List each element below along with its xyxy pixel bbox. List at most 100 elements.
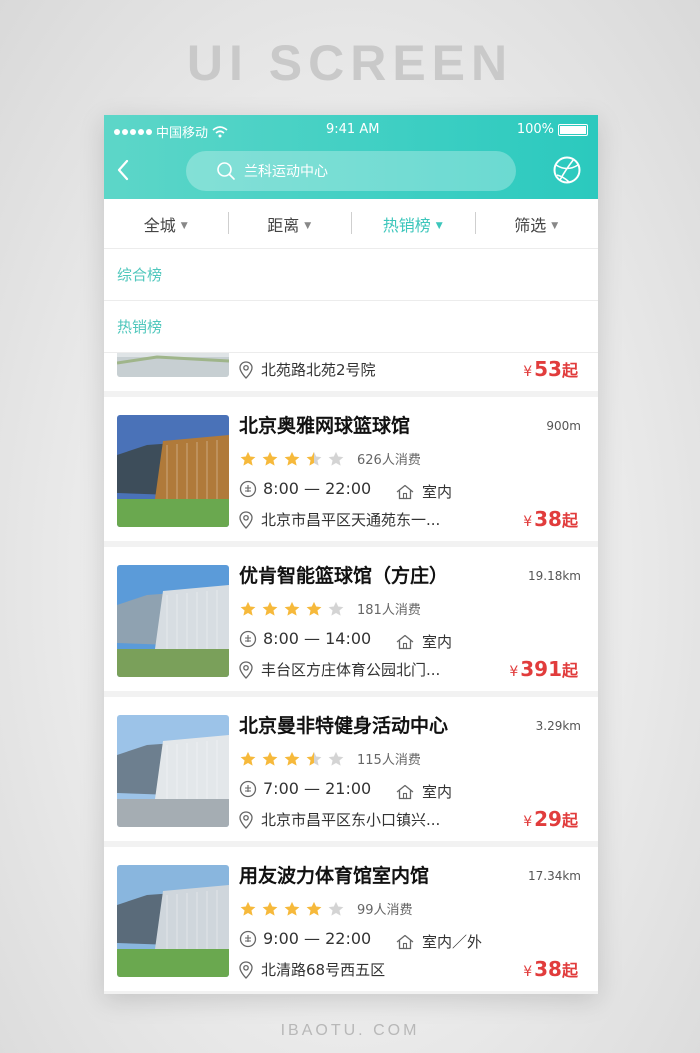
listing-venue-type: 室内／外 xyxy=(422,933,483,951)
venue-photo xyxy=(117,353,229,377)
listing-distance: 19.18km xyxy=(528,569,581,583)
location-pin-icon xyxy=(239,810,253,829)
star-filled-icon xyxy=(240,601,256,616)
star-empty-icon xyxy=(328,901,344,916)
star-filled-icon xyxy=(306,901,322,916)
list-item-partial[interactable]: 北苑路北苑2号院 ¥53起 xyxy=(104,353,598,397)
listing-sales: 626人消费 xyxy=(357,453,421,468)
star-empty-icon xyxy=(328,751,344,766)
background-footer: IBAOTU. COM xyxy=(280,1022,420,1039)
app-header: 中国移动 9:41 AM 100% 兰科运动中心 xyxy=(104,115,598,199)
listing-distance: 17.34km xyxy=(528,869,581,883)
venue-photo xyxy=(117,865,229,977)
listing-name: 北京奥雅网球篮球馆 xyxy=(239,415,411,437)
caret-down-icon: ▼ xyxy=(304,221,312,231)
star-filled-icon xyxy=(262,601,278,616)
location-pin-icon xyxy=(239,960,253,979)
dropdown-option-overall[interactable]: 综合榜 xyxy=(104,249,598,301)
filter-bestseller[interactable]: 热销榜 ▼ xyxy=(351,211,475,236)
clock-badge-icon xyxy=(239,930,257,947)
clock-badge-icon xyxy=(239,480,257,497)
listing-sales: 99人消费 xyxy=(357,903,413,918)
phone-screen: 中国移动 9:41 AM 100% 兰科运动中心 全城 ▼ 距离 ▼ 热销榜 ▼… xyxy=(104,115,598,994)
indoor-house-icon xyxy=(396,484,414,499)
list-item[interactable]: 北京奥雅网球篮球馆 900m 626人消费 8:00 — 22:00 室内 北京… xyxy=(104,397,598,547)
listing-name: 优肯智能篮球馆（方庄） xyxy=(239,565,449,587)
basketball-button[interactable] xyxy=(552,155,582,185)
filter-more[interactable]: 筛选 ▼ xyxy=(474,211,599,236)
star-empty-icon xyxy=(328,601,344,616)
caret-down-icon: ▼ xyxy=(435,221,443,231)
caret-down-icon: ▼ xyxy=(551,221,559,231)
rating-stars: 115人消费 xyxy=(239,749,421,768)
status-bar: 中国移动 9:41 AM 100% xyxy=(104,115,598,145)
star-empty-icon xyxy=(328,451,344,466)
rating-stars: 99人消费 xyxy=(239,899,413,918)
indoor-house-icon xyxy=(396,784,414,799)
listing-price: ¥391起 xyxy=(509,657,578,681)
rating-stars: 626人消费 xyxy=(239,449,421,468)
venue-photo xyxy=(117,415,229,527)
star-half-icon xyxy=(306,751,322,766)
listing-venue-type: 室内 xyxy=(422,783,453,801)
listing-price: ¥38起 xyxy=(523,957,578,981)
search-icon xyxy=(217,162,235,180)
back-button[interactable] xyxy=(114,155,138,185)
listing-venue-type: 室内 xyxy=(422,633,453,651)
search-placeholder: 兰科运动中心 xyxy=(244,164,328,180)
listing-hours: 9:00 — 22:00 xyxy=(263,929,372,948)
listing-address: 北京市昌平区天通苑东一... xyxy=(261,511,441,529)
listing-address: 丰台区方庄体育公园北门... xyxy=(261,661,441,679)
star-filled-icon xyxy=(240,751,256,766)
star-half-icon xyxy=(306,451,322,466)
search-input[interactable]: 兰科运动中心 xyxy=(186,151,516,191)
clock-badge-icon xyxy=(239,630,257,647)
listing-distance: 900m xyxy=(546,419,581,433)
battery-icon xyxy=(558,123,588,136)
location-pin-icon xyxy=(239,660,253,679)
location-pin-icon xyxy=(239,360,253,379)
chevron-left-icon xyxy=(117,159,129,181)
listing-address: 北京市昌平区东小口镇兴... xyxy=(261,811,441,829)
location-pin-icon xyxy=(239,510,253,529)
list-item[interactable]: 北京曼非特健身活动中心 3.29km 115人消费 7:00 — 21:00 室… xyxy=(104,697,598,847)
star-filled-icon xyxy=(240,901,256,916)
filter-distance[interactable]: 距离 ▼ xyxy=(227,211,352,236)
listing-sales: 115人消费 xyxy=(357,753,421,768)
battery-label: 100% xyxy=(516,122,554,137)
list-item[interactable]: 优肯智能篮球馆（方庄） 19.18km 181人消费 8:00 — 14:00 … xyxy=(104,547,598,697)
signal-icon xyxy=(114,128,152,135)
star-filled-icon xyxy=(284,751,300,766)
listing-hours: 8:00 — 14:00 xyxy=(263,629,372,648)
listing-price: ¥38起 xyxy=(523,507,578,531)
clock-badge-icon xyxy=(239,780,257,797)
dropdown-option-bestseller[interactable]: 热销榜 xyxy=(104,301,598,353)
star-filled-icon xyxy=(262,901,278,916)
status-time: 9:41 AM xyxy=(326,122,380,137)
listing-address: 北苑路北苑2号院 xyxy=(261,361,376,379)
listing-address: 北清路68号西五区 xyxy=(261,961,386,979)
listing-name: 用友波力体育馆室内馆 xyxy=(239,865,430,887)
venue-photo xyxy=(117,565,229,677)
indoor-house-icon xyxy=(396,634,414,649)
list-item[interactable]: 用友波力体育馆室内馆 17.34km 99人消费 9:00 — 22:00 室内… xyxy=(104,847,598,994)
star-filled-icon xyxy=(284,451,300,466)
listing-hours: 7:00 — 21:00 xyxy=(263,779,372,798)
background-title: UI SCREEN xyxy=(186,35,514,91)
listing-distance: 3.29km xyxy=(535,719,581,733)
listing-venue-type: 室内 xyxy=(422,483,453,501)
listing-name: 北京曼非特健身活动中心 xyxy=(239,715,449,737)
indoor-house-icon xyxy=(396,934,414,949)
listing-price: ¥53起 xyxy=(523,357,578,381)
filter-bar: 全城 ▼ 距离 ▼ 热销榜 ▼ 筛选 ▼ xyxy=(104,199,598,249)
carrier-label: 中国移动 xyxy=(156,126,209,141)
star-filled-icon xyxy=(262,751,278,766)
filter-city[interactable]: 全城 ▼ xyxy=(104,212,228,236)
listing-price: ¥29起 xyxy=(523,807,578,831)
star-filled-icon xyxy=(284,901,300,916)
star-filled-icon xyxy=(306,601,322,616)
rating-stars: 181人消费 xyxy=(239,599,421,618)
wifi-icon xyxy=(212,125,228,137)
listing-sales: 181人消费 xyxy=(357,603,421,618)
star-filled-icon xyxy=(262,451,278,466)
